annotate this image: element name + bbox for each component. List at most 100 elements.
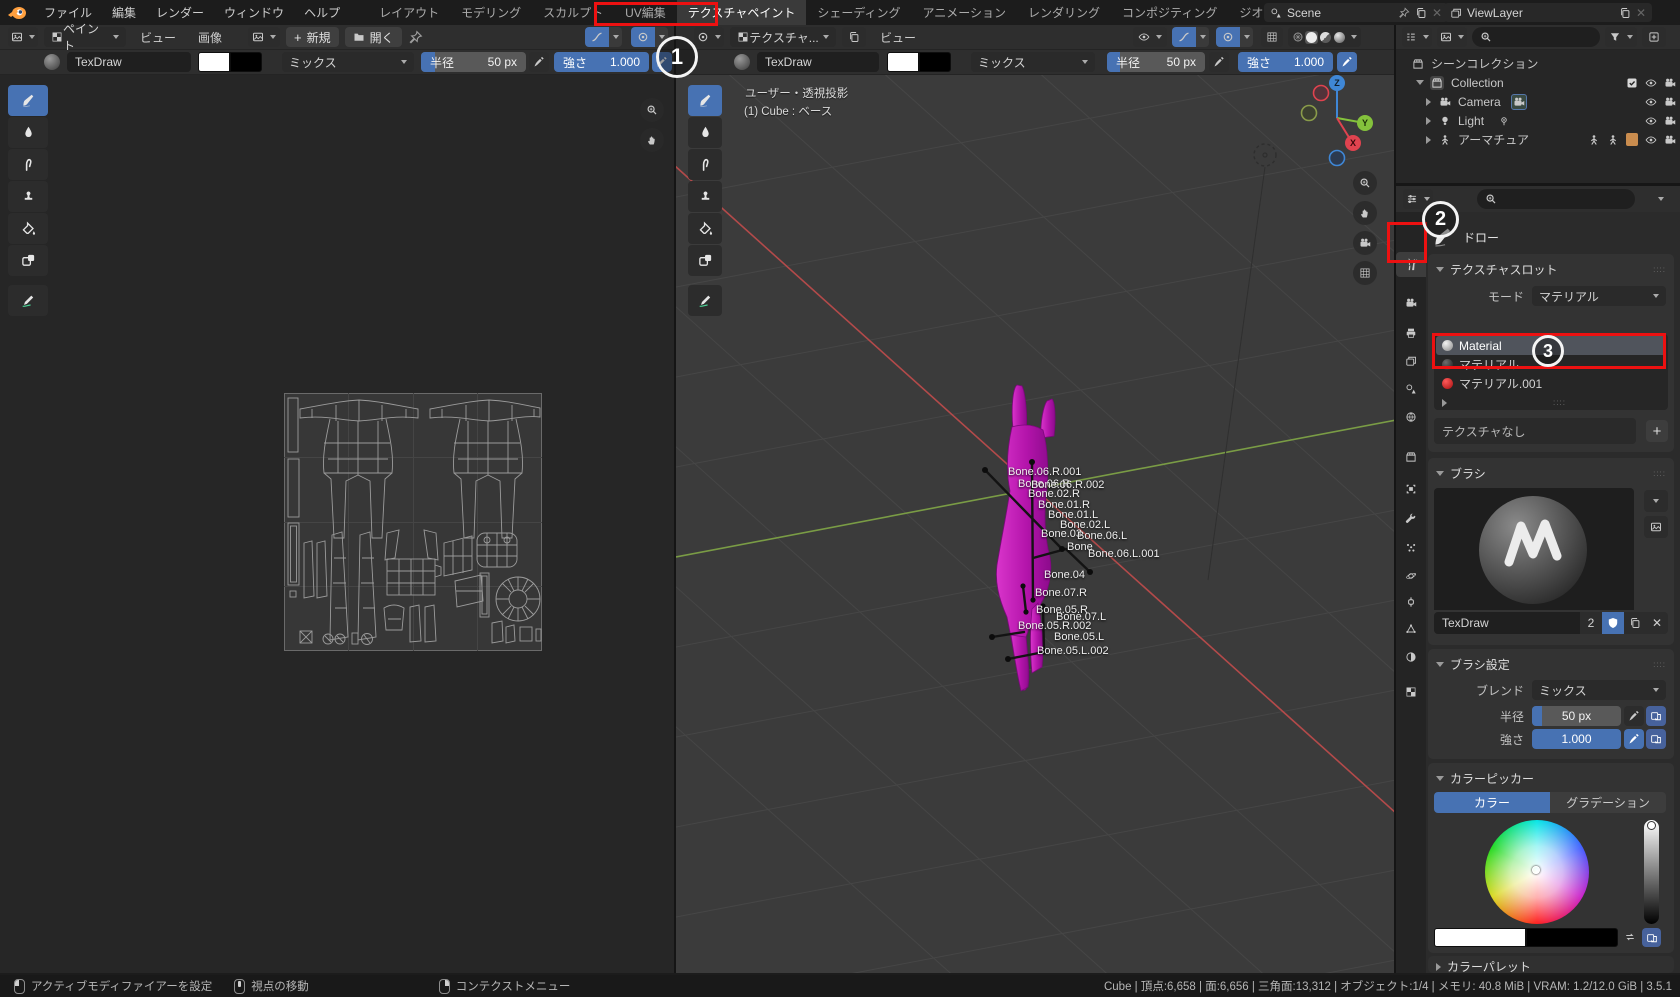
- panel-grip[interactable]: ::::: [1653, 660, 1666, 669]
- swap-colors-icon[interactable]: [1624, 931, 1636, 943]
- tool-mask-button[interactable]: [688, 245, 722, 276]
- navigation-gizmo[interactable]: Z Y X: [1295, 75, 1385, 170]
- palette-unified-button[interactable]: [1642, 928, 1661, 947]
- color-wheel-cursor[interactable]: [1532, 866, 1540, 874]
- radius-slider[interactable]: 半径 50 px: [1107, 52, 1205, 72]
- strength-pressure-button[interactable]: [1624, 729, 1644, 749]
- expand-icon[interactable]: [1426, 116, 1431, 125]
- brush-header[interactable]: ブラシ ::::: [1428, 458, 1674, 486]
- brush-preview-icon[interactable]: [44, 54, 60, 70]
- camera-data-icon[interactable]: [1513, 96, 1525, 108]
- tool-clone-button[interactable]: [688, 181, 722, 212]
- workspace-tab[interactable]: アニメーション: [912, 0, 1018, 25]
- remove-viewlayer-icon[interactable]: ✕: [1636, 6, 1646, 20]
- image-overlay-button[interactable]: [842, 27, 866, 47]
- list-expand-icon[interactable]: [1442, 398, 1447, 407]
- stroke-method-button[interactable]: [1216, 27, 1253, 47]
- tool-annotate-button[interactable]: [8, 285, 48, 316]
- render-visibility-icon[interactable]: [1664, 115, 1676, 127]
- row-scene-collection[interactable]: シーンコレクション: [1396, 54, 1680, 73]
- open-image-button[interactable]: 開く: [344, 27, 402, 47]
- visibility-mask-button[interactable]: [1133, 27, 1167, 47]
- outliner-filter-id-button[interactable]: [1437, 27, 1467, 47]
- editor-type-button[interactable]: [8, 27, 38, 47]
- tab-modifiers[interactable]: [1397, 506, 1425, 531]
- row-light[interactable]: Light: [1396, 111, 1680, 130]
- render-visibility-icon[interactable]: [1664, 77, 1676, 89]
- workspace-tab[interactable]: モデリング: [450, 0, 532, 25]
- strength-slider[interactable]: 1.000: [1532, 729, 1621, 749]
- brush-name-field[interactable]: TexDraw: [757, 52, 879, 72]
- menu-image[interactable]: 画像: [190, 27, 230, 47]
- strength-slider[interactable]: 強さ 1.000: [554, 52, 649, 72]
- outliner-search-input[interactable]: [1472, 27, 1600, 47]
- tool-soften-button[interactable]: [8, 117, 48, 148]
- row-camera[interactable]: Camera: [1396, 92, 1680, 111]
- tab-world[interactable]: [1397, 404, 1425, 429]
- properties-search-input[interactable]: [1477, 189, 1635, 209]
- zoom-widget[interactable]: [640, 98, 664, 122]
- falloff-curve-button[interactable]: [585, 27, 622, 47]
- tab-scene[interactable]: [1397, 376, 1425, 401]
- image-canvas[interactable]: [0, 75, 674, 973]
- shading-wireframe-button[interactable]: [1292, 31, 1304, 43]
- tab-object-data[interactable]: [1397, 616, 1425, 641]
- new-image-button[interactable]: + 新規: [286, 27, 339, 47]
- light-data-icon[interactable]: [1498, 115, 1510, 127]
- strength-pressure-button[interactable]: [1337, 52, 1357, 72]
- brush-browse-button[interactable]: [1644, 490, 1668, 512]
- tab-output[interactable]: [1397, 320, 1425, 345]
- hide-icon[interactable]: [1645, 115, 1657, 127]
- checkbox-icon[interactable]: [1626, 77, 1638, 89]
- falloff-curve-button[interactable]: [1172, 27, 1209, 47]
- pan-widget[interactable]: [640, 128, 664, 152]
- shading-material-button[interactable]: [1319, 31, 1332, 44]
- slot-mode-dropdown[interactable]: マテリアル: [1532, 286, 1666, 306]
- tool-fill-button[interactable]: [688, 213, 722, 244]
- radius-slider[interactable]: 半径 50 px: [421, 52, 526, 72]
- tool-fill-button[interactable]: [8, 213, 48, 244]
- tool-smear-button[interactable]: [8, 149, 48, 180]
- value-slider-handle[interactable]: [1647, 821, 1656, 830]
- gradient-tab[interactable]: グラデーション: [1550, 792, 1666, 813]
- armature-data-icon[interactable]: [1607, 134, 1619, 146]
- brush-users-button[interactable]: 2: [1580, 612, 1602, 634]
- new-scene-icon[interactable]: [1415, 7, 1427, 19]
- tool-smear-button[interactable]: [688, 149, 722, 180]
- expand-icon[interactable]: [1416, 80, 1424, 85]
- tab-render[interactable]: [1397, 290, 1425, 315]
- menu-view[interactable]: ビュー: [132, 27, 184, 47]
- workspace-tab[interactable]: コンポジティング: [1111, 0, 1228, 25]
- tool-soften-button[interactable]: [688, 117, 722, 148]
- brush-settings-header[interactable]: ブラシ設定 ::::: [1428, 649, 1674, 677]
- expand-icon[interactable]: [1426, 97, 1431, 106]
- paint-mode-dropdown[interactable]: ペイント: [44, 22, 126, 53]
- brush-preview-icon[interactable]: [734, 54, 750, 70]
- color-picker-header[interactable]: カラーピッカー: [1428, 763, 1674, 791]
- blend-mode-dropdown[interactable]: ミックス: [282, 52, 414, 72]
- menu-item[interactable]: ウィンドウ: [214, 0, 294, 25]
- brush-name-field[interactable]: TexDraw: [1434, 612, 1580, 634]
- radius-slider[interactable]: 50 px: [1532, 706, 1621, 726]
- tool-draw-button[interactable]: [8, 85, 48, 116]
- hide-icon[interactable]: [1645, 96, 1657, 108]
- color-palette-panel[interactable]: カラーパレット: [1428, 956, 1674, 974]
- camera-view-widget[interactable]: [1353, 231, 1377, 255]
- value-slider[interactable]: [1644, 820, 1659, 924]
- radius-pressure-button[interactable]: [1624, 706, 1644, 726]
- color-tab[interactable]: カラー: [1434, 792, 1550, 813]
- workspace-tab[interactable]: シェーディング: [806, 0, 911, 25]
- secondary-color-swatch[interactable]: [230, 52, 262, 72]
- tab-particles[interactable]: [1397, 535, 1425, 560]
- tab-collection[interactable]: [1397, 444, 1425, 469]
- duplicate-brush-button[interactable]: [1624, 612, 1646, 634]
- tool-draw-button[interactable]: [688, 85, 722, 116]
- material-slot[interactable]: マテリアル.001: [1436, 374, 1666, 393]
- viewport-canvas[interactable]: ユーザー・透視投影 (1) Cube : ベース Z Y X: [676, 75, 1394, 973]
- row-armature[interactable]: アーマチュア: [1396, 130, 1680, 149]
- radius-unified-button[interactable]: [1646, 706, 1666, 726]
- tab-material[interactable]: [1397, 644, 1425, 669]
- brush-thumbnail-button[interactable]: [1644, 516, 1668, 538]
- zoom-widget[interactable]: [1353, 171, 1377, 195]
- render-visibility-icon[interactable]: [1664, 96, 1676, 108]
